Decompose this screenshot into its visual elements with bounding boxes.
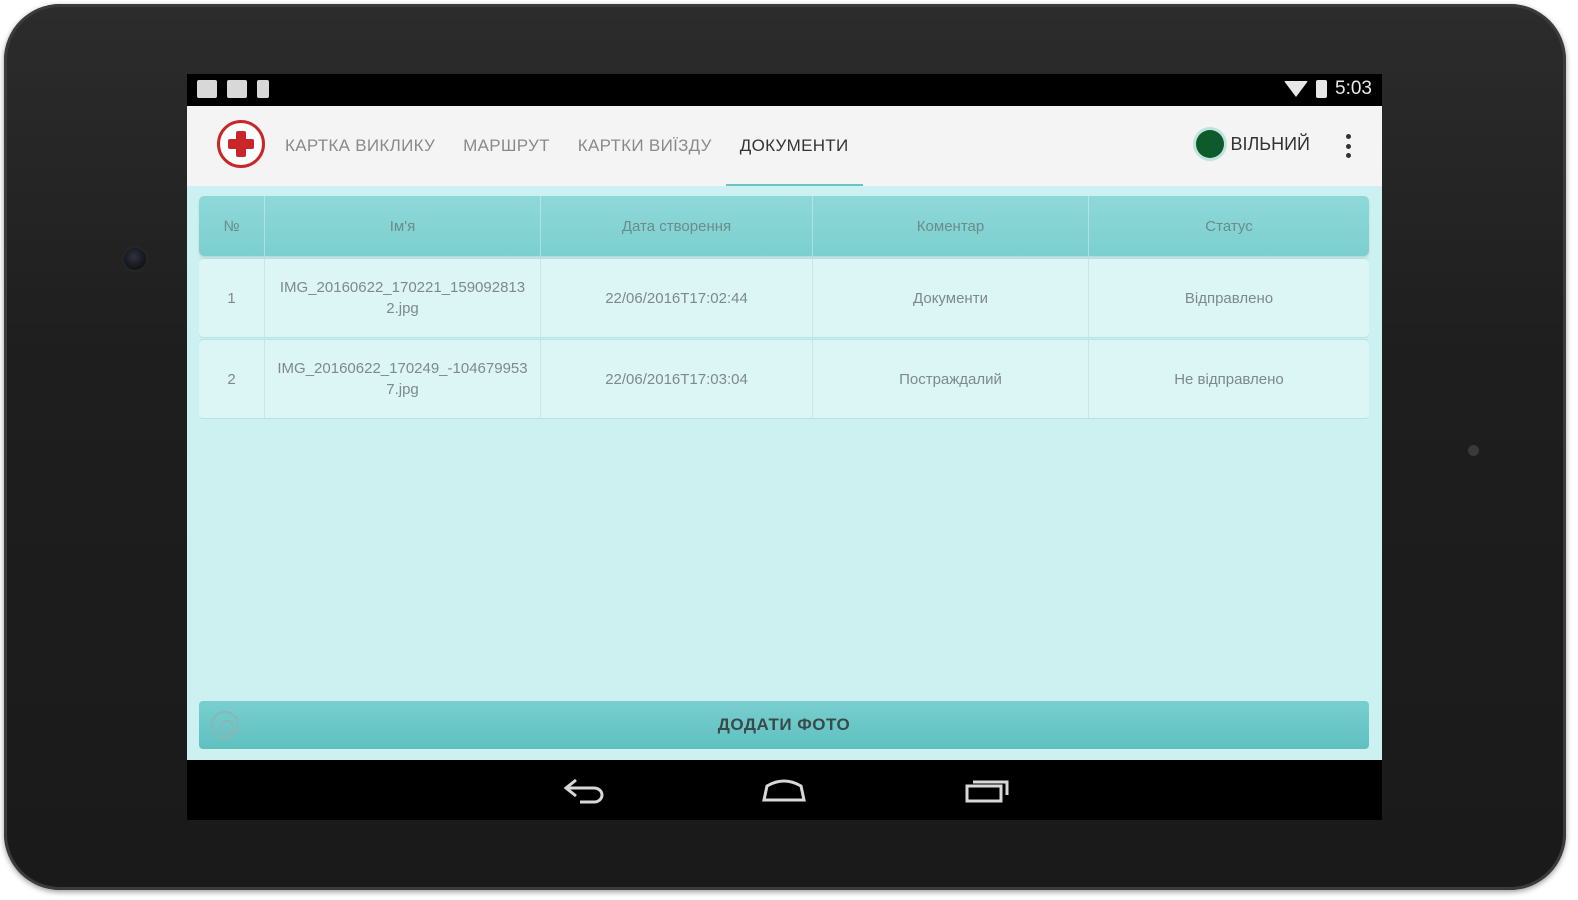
cell-status: Відправлено — [1184, 289, 1274, 307]
column-header-number: № — [199, 196, 265, 256]
status-label: ВІЛЬНИЙ — [1230, 133, 1310, 154]
clock: 5:03 — [1335, 78, 1372, 99]
navigation-bar — [187, 760, 1382, 820]
cell-date: 22/06/2016T17:02:44 — [541, 259, 813, 337]
status-indicator-icon — [1196, 130, 1225, 158]
documents-panel: № Ім'я Дата створення Коментар Статус 1 … — [187, 186, 1382, 760]
more-vert-icon[interactable] — [1344, 134, 1352, 158]
column-header-date: Дата створення — [541, 196, 813, 256]
cell-name: IMG_20160622_170221_1590928132.jpg — [265, 259, 541, 337]
recent-apps-icon[interactable] — [965, 776, 1011, 804]
photo-icon — [227, 80, 247, 98]
tab-trip-cards[interactable]: КАРТКИ ВИЇЗДУ — [564, 106, 726, 186]
table-row[interactable]: 1 IMG_20160622_170221_1590928132.jpg 22/… — [199, 259, 1369, 337]
app-bar: КАРТКА ВИКЛИКУ МАРШРУТ КАРТКИ ВИЇЗДУ ДОК… — [187, 106, 1382, 188]
front-camera — [124, 248, 146, 270]
cell-number: 1 — [199, 259, 265, 337]
cell-comment: Постраждалий — [813, 340, 1089, 418]
table-row[interactable]: 2 IMG_20160622_170249_-1046799537.jpg 22… — [199, 340, 1369, 418]
add-photo-button[interactable]: ДОДАТИ ФОТО — [199, 701, 1369, 749]
add-photo-label: ДОДАТИ ФОТО — [717, 715, 851, 734]
documents-table: № Ім'я Дата створення Коментар Статус 1 … — [199, 196, 1369, 418]
column-header-comment: Коментар — [813, 196, 1089, 256]
column-header-status: Статус — [1205, 217, 1253, 235]
proximity-sensor — [1468, 445, 1479, 456]
notification-icons — [197, 80, 269, 98]
tab-bar: КАРТКА ВИКЛИКУ МАРШРУТ КАРТКИ ВИЇЗДУ ДОК… — [271, 106, 863, 188]
tab-call-card[interactable]: КАРТКА ВИКЛИКУ — [271, 106, 449, 186]
column-header-name: Ім'я — [265, 196, 541, 256]
medical-cross-icon — [217, 120, 265, 168]
table-header: № Ім'я Дата створення Коментар Статус — [199, 196, 1369, 256]
tab-route[interactable]: МАРШРУТ — [449, 106, 564, 186]
cell-number: 2 — [199, 340, 265, 418]
availability-status[interactable]: ВІЛЬНИЙ — [1196, 130, 1310, 158]
camera-icon — [211, 711, 239, 739]
device-screen: 5:03 КАРТКА ВИКЛИКУ МАРШРУТ КАРТКИ ВИЇЗД… — [187, 74, 1382, 820]
tab-documents[interactable]: ДОКУМЕНТИ — [725, 106, 863, 188]
status-bar: 5:03 — [187, 74, 1382, 106]
back-icon[interactable] — [562, 776, 608, 804]
gallery-icon — [197, 80, 217, 98]
cell-status: Не відправлено — [1174, 370, 1284, 388]
cell-comment: Документи — [813, 259, 1089, 337]
battery-icon — [1316, 80, 1328, 98]
cell-date: 22/06/2016T17:03:04 — [541, 340, 813, 418]
sd-card-icon — [257, 80, 269, 98]
cell-name: IMG_20160622_170249_-1046799537.jpg — [265, 340, 541, 418]
system-icons: 5:03 — [1284, 78, 1372, 100]
wifi-icon — [1284, 81, 1309, 97]
home-icon[interactable] — [761, 776, 807, 804]
